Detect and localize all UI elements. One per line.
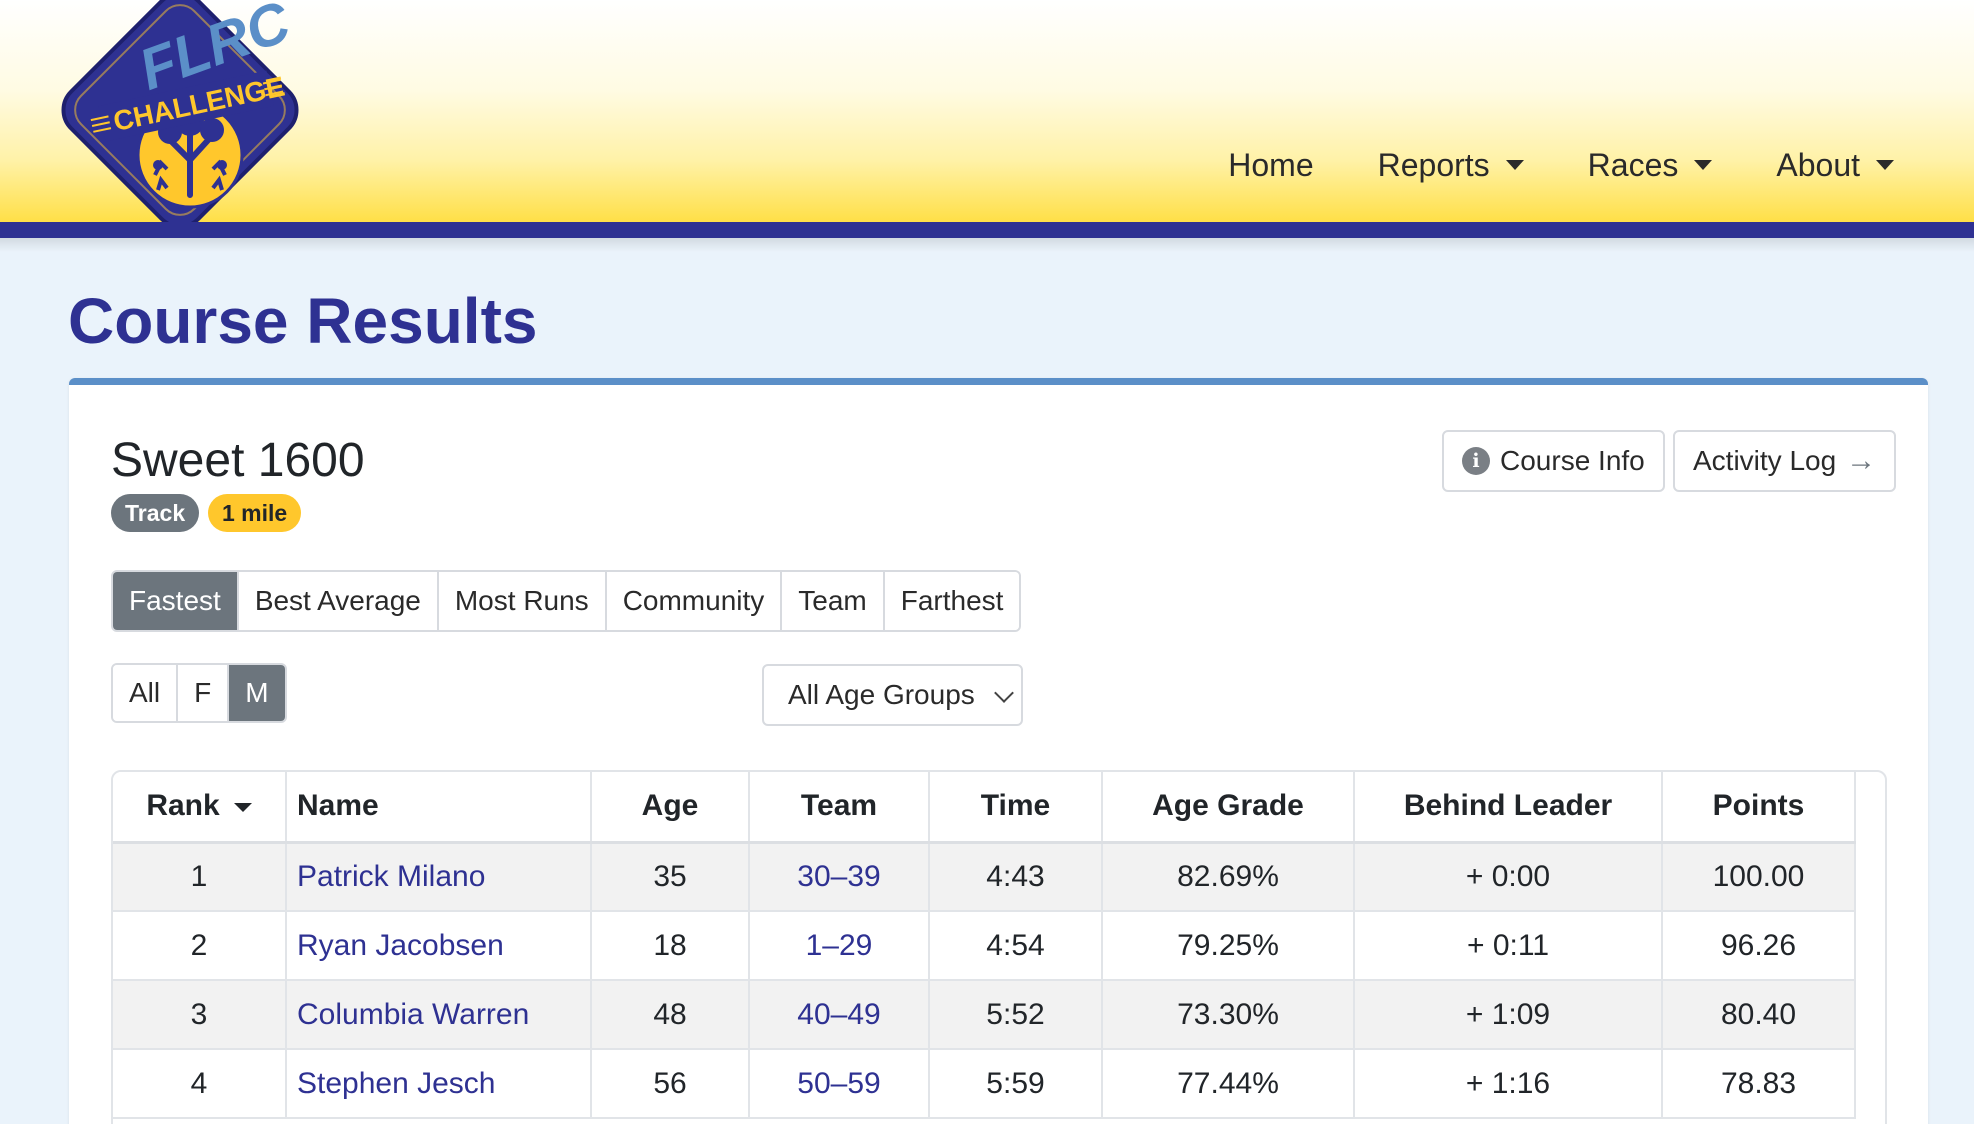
name-cell: Ryan Jacobsen (286, 911, 592, 981)
distance-badge: 1 mile (208, 494, 302, 532)
rank-cell: 1 (113, 842, 287, 912)
header-shadow (0, 238, 1974, 252)
course-results-card: Sweet 1600 Track 1 mile i Course Info Ac… (69, 378, 1928, 1124)
column-header-time[interactable]: Time (929, 772, 1103, 844)
column-header-name[interactable]: Name (286, 772, 592, 844)
sort-desc-icon (233, 802, 252, 812)
gender-all-button[interactable]: All (113, 665, 179, 721)
tab-team[interactable]: Team (782, 572, 885, 630)
course-info-button[interactable]: i Course Info (1442, 430, 1665, 492)
behind-leader-cell: + 0:11 (1354, 911, 1663, 981)
athlete-link[interactable]: Columbia Warren (297, 998, 529, 1031)
age-group-select[interactable]: All Age Groups (762, 664, 1023, 726)
nav-races-label: Races (1587, 146, 1679, 183)
team-link[interactable]: 1–29 (806, 929, 873, 962)
team-cell: 40–49 (749, 980, 930, 1050)
chevron-down-icon (994, 683, 1014, 703)
column-header-behind-leader[interactable]: Behind Leader (1354, 772, 1663, 844)
behind-leader-cell: + 1:09 (1354, 980, 1663, 1050)
age-grade-cell: 77.44% (1102, 1049, 1355, 1119)
column-header-age[interactable]: Age (591, 772, 750, 844)
rank-header-label: Rank (146, 789, 220, 823)
table-row: 2 Ryan Jacobsen 18 1–29 4:54 79.25% + 0:… (113, 911, 1856, 981)
name-cell: Columbia Warren (286, 980, 592, 1050)
behind-leader-cell: + 0:00 (1354, 842, 1663, 912)
time-cell: 4:43 (929, 842, 1103, 912)
nav-home-label: Home (1228, 146, 1314, 183)
name-cell: Patrick Milano (286, 842, 592, 912)
time-cell: 4:54 (929, 911, 1103, 981)
gender-filter: All F M (111, 663, 287, 723)
rank-cell: 2 (113, 911, 287, 981)
athlete-link[interactable]: Stephen Jesch (297, 1067, 495, 1100)
tab-farthest[interactable]: Farthest (884, 572, 1020, 630)
gender-f-button[interactable]: F (178, 665, 230, 721)
points-cell: 80.40 (1662, 980, 1856, 1050)
team-cell: 1–29 (749, 911, 930, 981)
time-cell: 5:59 (929, 1049, 1103, 1119)
rank-cell: 4 (113, 1049, 287, 1119)
results-tabs: Fastest Best Average Most Runs Community… (111, 570, 1022, 632)
team-cell: 30–39 (749, 842, 930, 912)
column-header-team[interactable]: Team (749, 772, 930, 844)
column-header-age-grade[interactable]: Age Grade (1102, 772, 1355, 844)
team-link[interactable]: 40–49 (797, 998, 880, 1031)
age-cell: 48 (591, 980, 750, 1050)
age-cell: 18 (591, 911, 750, 981)
site-header: FLRC CHALLENGE Home Reports Races About (0, 0, 1974, 238)
team-link[interactable]: 50–59 (797, 1067, 880, 1100)
team-link[interactable]: 30–39 (797, 860, 880, 893)
points-cell: 100.00 (1662, 842, 1856, 912)
team-cell: 50–59 (749, 1049, 930, 1119)
activity-log-label: Activity Log (1693, 445, 1837, 476)
table-row: 4 Stephen Jesch 56 50–59 5:59 77.44% + 1… (113, 1049, 1856, 1119)
activity-log-button[interactable]: Activity Log → (1673, 430, 1897, 492)
age-grade-cell: 82.69% (1102, 842, 1355, 912)
points-cell: 78.83 (1662, 1049, 1856, 1119)
surface-badge: Track (111, 494, 200, 532)
age-cell: 56 (591, 1049, 750, 1119)
nav-reports-dropdown[interactable]: Reports (1378, 147, 1524, 184)
tab-most-runs[interactable]: Most Runs (438, 572, 607, 630)
nav-about-dropdown[interactable]: About (1776, 147, 1894, 184)
flrc-challenge-logo[interactable]: FLRC CHALLENGE (30, 0, 330, 260)
results-table-container: Rank Name Age Team Time Age Grade Behind… (111, 770, 1887, 1124)
name-cell: Stephen Jesch (286, 1049, 592, 1119)
tab-fastest[interactable]: Fastest (113, 572, 239, 630)
caret-down-icon (1694, 160, 1713, 170)
age-grade-cell: 79.25% (1102, 911, 1355, 981)
course-name: Sweet 1600 (111, 434, 365, 487)
table-row: 1 Patrick Milano 35 30–39 4:43 82.69% + … (113, 842, 1856, 912)
table-row: 3 Columbia Warren 48 40–49 5:52 73.30% +… (113, 980, 1856, 1050)
caret-down-icon (1876, 160, 1894, 170)
gender-m-button[interactable]: M (229, 665, 285, 721)
points-cell: 96.26 (1662, 911, 1856, 981)
time-cell: 5:52 (929, 980, 1103, 1050)
course-info-label: Course Info (1500, 445, 1645, 476)
age-group-select-value: All Age Groups (788, 679, 975, 710)
athlete-link[interactable]: Patrick Milano (297, 860, 485, 893)
nav-races-dropdown[interactable]: Races (1588, 147, 1713, 184)
column-header-points[interactable]: Points (1662, 772, 1856, 844)
athlete-link[interactable]: Ryan Jacobsen (297, 929, 504, 962)
nav-reports-label: Reports (1377, 146, 1490, 183)
header-accent-bar (0, 222, 1974, 238)
age-cell: 35 (591, 842, 750, 912)
age-grade-cell: 73.30% (1102, 980, 1355, 1050)
nav-about-label: About (1776, 146, 1860, 183)
results-table: Rank Name Age Team Time Age Grade Behind… (113, 772, 1856, 1119)
caret-down-icon (1505, 160, 1524, 170)
tab-best-average[interactable]: Best Average (238, 572, 439, 630)
rank-cell: 3 (113, 980, 287, 1050)
column-header-rank[interactable]: Rank (113, 772, 287, 844)
tab-community[interactable]: Community (606, 572, 783, 630)
nav-home[interactable]: Home (1228, 147, 1313, 184)
page-title: Course Results (68, 285, 538, 357)
behind-leader-cell: + 1:16 (1354, 1049, 1663, 1119)
arrow-right-icon: → (1846, 444, 1877, 477)
main-nav: Home Reports Races About (1228, 140, 1894, 190)
info-icon: i (1462, 447, 1490, 475)
